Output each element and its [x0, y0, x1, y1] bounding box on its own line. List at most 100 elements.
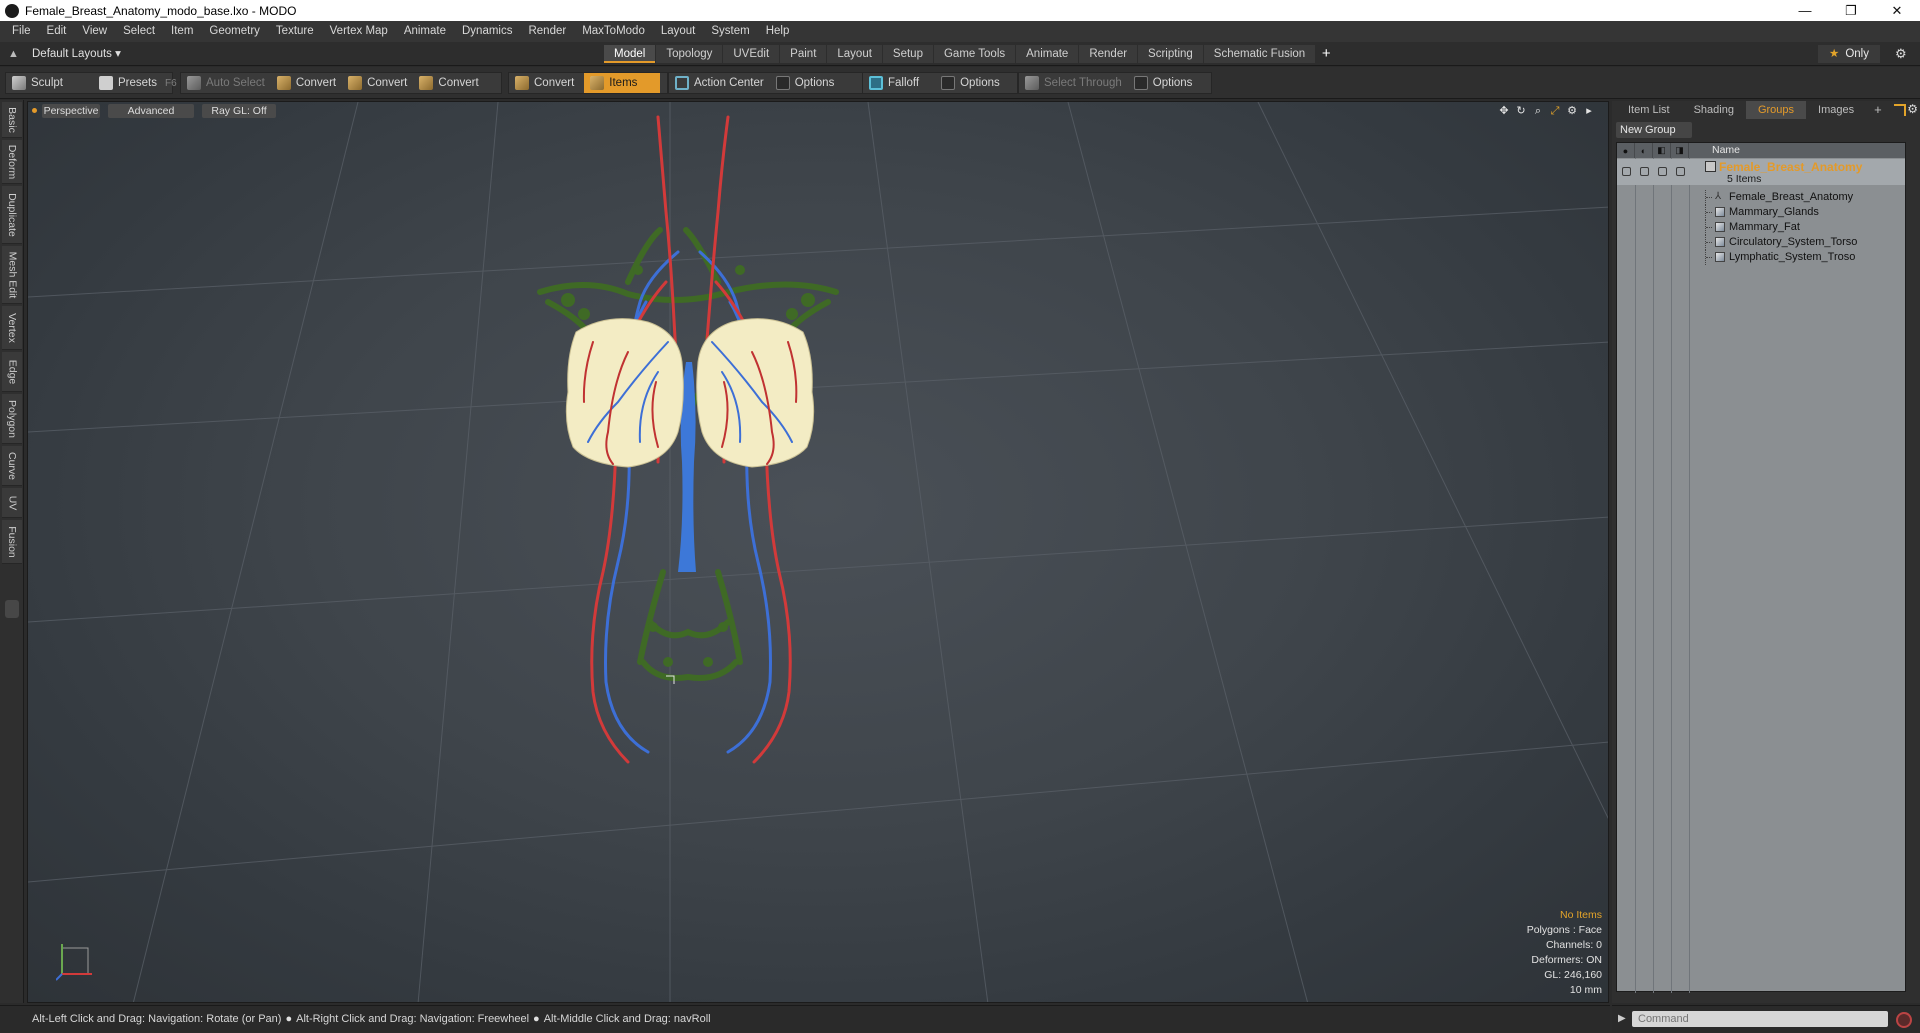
- panel-gear-icon[interactable]: ⚙: [1907, 102, 1918, 116]
- tab-model[interactable]: Model: [604, 45, 656, 63]
- lock-toggle[interactable]: [1653, 165, 1671, 177]
- tab-shading[interactable]: Shading: [1682, 101, 1746, 119]
- vtab-uv[interactable]: UV: [2, 488, 22, 518]
- menu-render[interactable]: Render: [520, 21, 574, 42]
- record-macro-icon[interactable]: [1896, 1012, 1912, 1028]
- menu-item[interactable]: Item: [163, 21, 201, 42]
- 3d-viewport[interactable]: Perspective Advanced Ray GL: Off ✥ ↻ ⌕ ⤢…: [27, 101, 1609, 1003]
- pan-icon[interactable]: ✥: [1497, 104, 1511, 118]
- group-name: Female_Breast_Anatomy: [1719, 160, 1863, 174]
- convert-items-button[interactable]: Convert: [509, 73, 580, 93]
- maximize-button[interactable]: ❐: [1828, 0, 1874, 21]
- new-group-button[interactable]: New Group: [1616, 122, 1692, 138]
- group-member-row[interactable]: Circulatory_System_Torso: [1617, 235, 1905, 250]
- layout-dropdown[interactable]: Default Layouts ▾: [32, 46, 121, 62]
- star-icon: ★: [1829, 48, 1840, 60]
- group-member-row[interactable]: Lymphatic_System_Troso: [1617, 250, 1905, 265]
- minimize-button[interactable]: —: [1782, 0, 1828, 21]
- vtab-edge[interactable]: Edge: [2, 352, 22, 392]
- menu-system[interactable]: System: [703, 21, 757, 42]
- menu-texture[interactable]: Texture: [268, 21, 322, 42]
- select-through-button[interactable]: Select Through: [1019, 73, 1128, 93]
- menu-layout[interactable]: Layout: [653, 21, 704, 42]
- panel-expand-icon[interactable]: [1894, 104, 1906, 116]
- tab-topology[interactable]: Topology: [656, 45, 723, 63]
- tab-game-tools[interactable]: Game Tools: [933, 45, 1016, 63]
- menu-view[interactable]: View: [74, 21, 115, 42]
- tab-layout[interactable]: Layout: [827, 45, 882, 63]
- vtab-duplicate[interactable]: Duplicate: [2, 186, 22, 244]
- tab-animate[interactable]: Animate: [1016, 45, 1079, 63]
- falloff-options-button[interactable]: Options: [935, 73, 1006, 93]
- fit-icon[interactable]: ⤢: [1548, 104, 1562, 118]
- menu-select[interactable]: Select: [115, 21, 163, 42]
- visibility-toggle[interactable]: [1617, 165, 1635, 177]
- add-panel-tab-button[interactable]: +: [1866, 101, 1890, 119]
- tab-scripting[interactable]: Scripting: [1138, 45, 1203, 63]
- tab-render[interactable]: Render: [1079, 45, 1138, 63]
- tab-paint[interactable]: Paint: [780, 45, 827, 63]
- command-input[interactable]: [1632, 1011, 1888, 1027]
- vtab-polygon[interactable]: Polygon: [2, 394, 22, 444]
- layout-home-icon[interactable]: ▲: [8, 48, 20, 60]
- rotate-icon[interactable]: ↻: [1514, 104, 1528, 118]
- tab-item-list[interactable]: Item List: [1616, 101, 1682, 119]
- layout-gear-icon[interactable]: ⚙: [1895, 46, 1911, 62]
- auto-select-button[interactable]: Auto Select: [181, 73, 271, 93]
- group-row-female-breast-anatomy[interactable]: Female_Breast_Anatomy 5 Items: [1617, 159, 1905, 185]
- group-member-row[interactable]: Mammary_Fat: [1617, 220, 1905, 235]
- menu-vertex-map[interactable]: Vertex Map: [322, 21, 396, 42]
- presets-button[interactable]: Presets F6: [93, 73, 183, 93]
- viewport-settings-icon[interactable]: ⚙: [1565, 104, 1579, 118]
- visibility-column-icon[interactable]: ●: [1617, 143, 1635, 158]
- convert-vertices-button[interactable]: Convert: [271, 73, 342, 93]
- vtab-basic[interactable]: Basic: [2, 102, 22, 138]
- vtab-vertex[interactable]: Vertex: [2, 306, 22, 350]
- convert-polygons-button[interactable]: Convert: [413, 73, 484, 93]
- tab-schematic-fusion[interactable]: Schematic Fusion: [1203, 45, 1316, 63]
- group-member-row[interactable]: Mammary_Glands: [1617, 205, 1905, 220]
- vtab-curve[interactable]: Curve: [2, 446, 22, 486]
- tab-uvedit[interactable]: UVEdit: [723, 45, 780, 63]
- render-toggle[interactable]: [1635, 165, 1653, 177]
- view-mode-button[interactable]: Perspective: [42, 104, 100, 118]
- select-toggle[interactable]: [1671, 165, 1689, 177]
- lock-column-icon[interactable]: ◧: [1653, 143, 1671, 158]
- menu-edit[interactable]: Edit: [39, 21, 75, 42]
- render-column-icon[interactable]: ◐: [1635, 143, 1653, 158]
- action-center-options-button[interactable]: Options: [770, 73, 841, 93]
- left-panel-toggle[interactable]: [5, 600, 19, 618]
- falloff-button[interactable]: Falloff: [863, 73, 925, 93]
- menu-file[interactable]: File: [4, 21, 39, 42]
- raygl-button[interactable]: Ray GL: Off: [202, 104, 276, 118]
- menu-maxtomodo[interactable]: MaxToModo: [574, 21, 653, 42]
- convert-edges-button[interactable]: Convert: [342, 73, 413, 93]
- sculpt-button[interactable]: Sculpt: [6, 73, 69, 93]
- vtab-deform[interactable]: Deform: [2, 140, 22, 184]
- vtab-mesh-edit[interactable]: Mesh Edit: [2, 246, 22, 304]
- add-tab-button[interactable]: +: [1316, 45, 1336, 63]
- menu-dynamics[interactable]: Dynamics: [454, 21, 520, 42]
- select-column-icon[interactable]: ◨: [1671, 143, 1689, 158]
- zoom-icon[interactable]: ⌕: [1531, 104, 1545, 118]
- viewport-menu-icon[interactable]: ▸: [1582, 104, 1596, 118]
- tab-groups[interactable]: Groups: [1745, 101, 1807, 119]
- member-label: Mammary_Fat: [1729, 221, 1800, 233]
- layout-bar: ▲ Default Layouts ▾ Model Topology UVEdi…: [0, 42, 1920, 66]
- menu-help[interactable]: Help: [758, 21, 798, 42]
- name-column-header[interactable]: Name: [1712, 144, 1740, 156]
- tab-images[interactable]: Images: [1806, 101, 1866, 119]
- action-center-button[interactable]: Action Center: [669, 73, 770, 93]
- items-mode-button[interactable]: Items: [584, 73, 661, 93]
- vtab-fusion[interactable]: Fusion: [2, 520, 22, 564]
- only-button[interactable]: ★ Only: [1818, 45, 1880, 63]
- group-member-row[interactable]: ⅄ Female_Breast_Anatomy: [1617, 190, 1905, 205]
- tab-setup[interactable]: Setup: [882, 45, 933, 63]
- command-history-icon[interactable]: ▶: [1618, 1013, 1626, 1024]
- menu-geometry[interactable]: Geometry: [201, 21, 268, 42]
- convert-item-icon: [515, 76, 529, 90]
- shading-mode-button[interactable]: Advanced: [108, 104, 194, 118]
- menu-animate[interactable]: Animate: [396, 21, 454, 42]
- close-button[interactable]: ✕: [1874, 0, 1920, 21]
- select-through-options-button[interactable]: Options: [1128, 73, 1199, 93]
